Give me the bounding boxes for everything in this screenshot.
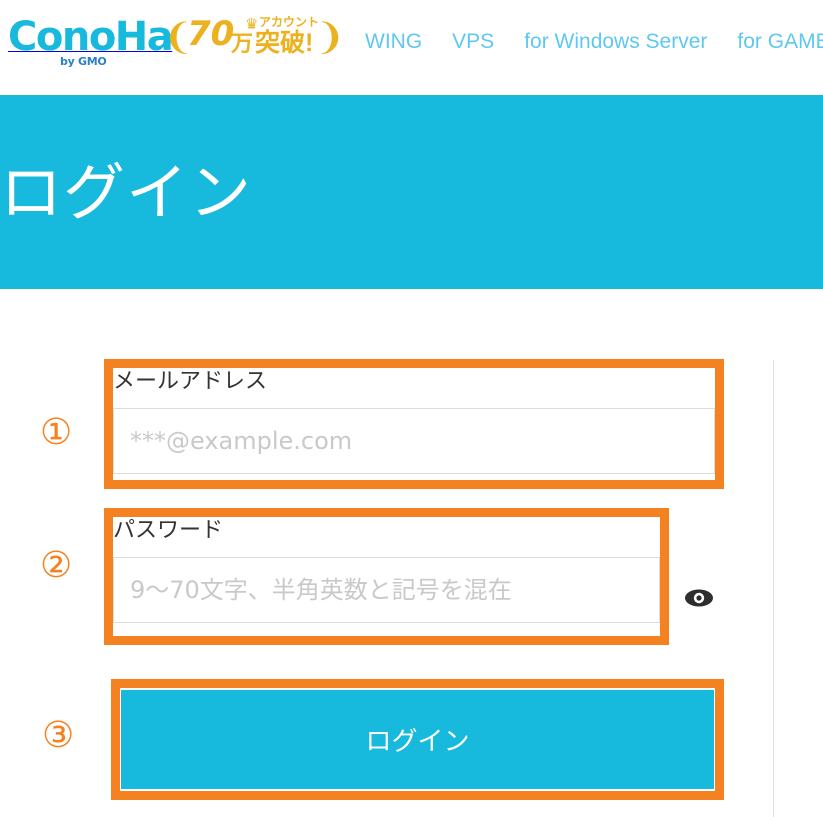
main-navigation: WING VPS for Windows Server for GAME (365, 29, 823, 55)
page-title: ログイン (0, 156, 253, 229)
email-input[interactable] (113, 408, 715, 474)
password-field-group: パスワード (113, 517, 660, 623)
email-field-label: メールアドレス (113, 369, 268, 394)
vertical-divider (773, 360, 774, 817)
nav-item-for-game[interactable]: for GAME (737, 29, 823, 55)
badge-account-label: アカウント (259, 15, 320, 29)
nav-item-for-windows-server[interactable]: for Windows Server (524, 29, 707, 55)
login-submit-button[interactable]: ログイン (121, 690, 714, 789)
step-marker-3: ③ (42, 715, 75, 756)
badge-breakthrough-label: 突破! (255, 29, 314, 57)
eye-icon (685, 589, 713, 607)
nav-item-vps[interactable]: VPS (452, 29, 494, 55)
laurel-right-icon: ❩ (314, 16, 345, 57)
campaign-badge: ❨ ❩ 70 万 ♛ アカウント 突破! (163, 11, 345, 67)
password-field-label: パスワード (113, 518, 224, 543)
badge-unit-man: 万 (231, 31, 254, 56)
badge-account-number: 70 (187, 14, 235, 54)
conoha-logo[interactable]: ConoHa by GMO (8, 17, 174, 75)
email-field-group: メールアドレス (113, 368, 715, 474)
logo-subtext: by GMO (60, 55, 107, 68)
site-header: ConoHa by GMO ❨ ❩ 70 万 ♛ アカウント 突破! WING … (0, 0, 823, 95)
password-input[interactable] (113, 557, 660, 623)
toggle-password-visibility-button[interactable] (684, 586, 714, 610)
nav-item-wing[interactable]: WING (365, 29, 422, 55)
step-marker-2: ② (40, 545, 73, 586)
step-marker-1: ① (40, 412, 73, 453)
logo-wordmark: ConoHa (8, 14, 174, 60)
hero-banner: ログイン (0, 95, 823, 289)
